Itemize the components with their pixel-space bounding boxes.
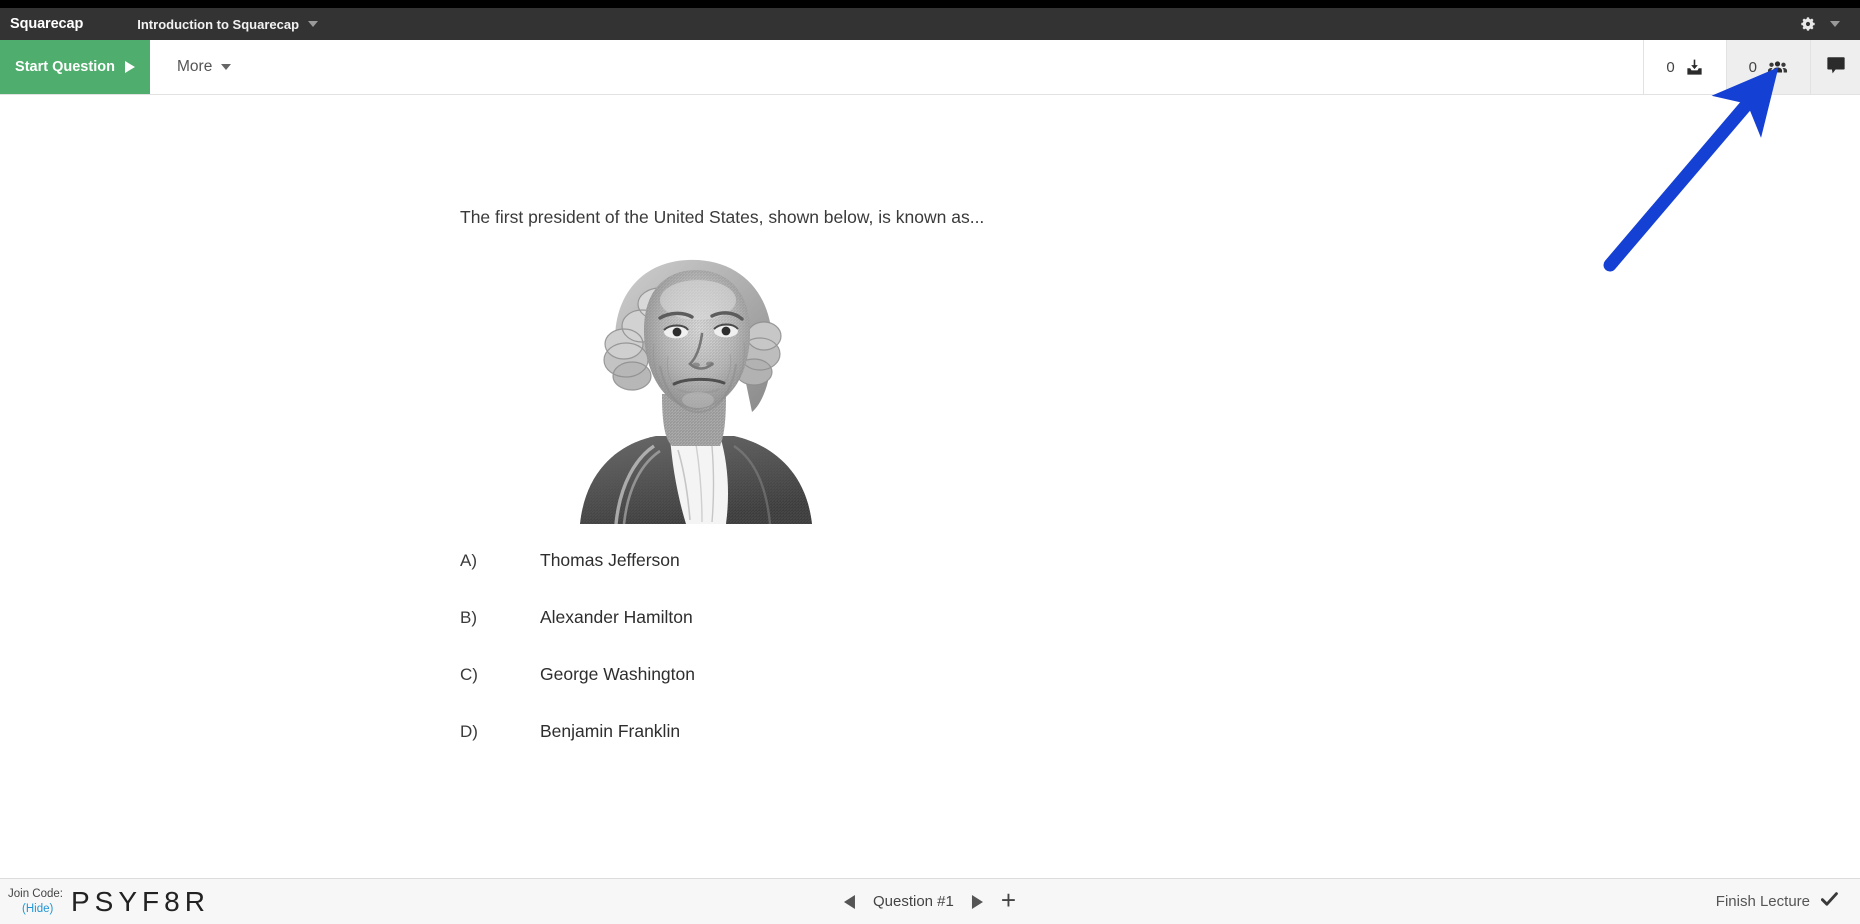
squarecap-app: Squarecap Introduction to Squarecap Star… bbox=[0, 0, 1860, 924]
checkmark-icon bbox=[1820, 891, 1838, 912]
answer-letter: B) bbox=[460, 607, 477, 627]
join-code-value: PSYF8R bbox=[70, 885, 210, 917]
lecture-footer: Join Code: (Hide) PSYF8R Question #1 + F… bbox=[0, 878, 1860, 924]
chat-bubble-icon bbox=[1825, 55, 1847, 80]
answer-letter: C) bbox=[460, 664, 478, 684]
answer-text: Thomas Jefferson bbox=[540, 549, 680, 570]
finish-lecture-label: Finish Lecture bbox=[1715, 893, 1810, 910]
question-prompt: The first president of the United States… bbox=[460, 207, 985, 227]
question-navigation: Question #1 + bbox=[843, 887, 1016, 916]
participants-counter[interactable]: 0 bbox=[1725, 40, 1810, 94]
course-title: Introduction to Squarecap bbox=[137, 16, 300, 32]
answer-letter: D) bbox=[460, 721, 478, 741]
answer-option[interactable]: B) Alexander Hamilton bbox=[460, 607, 1860, 664]
triangle-left-icon[interactable] bbox=[843, 894, 855, 909]
participants-count: 0 bbox=[1748, 58, 1757, 76]
answer-option[interactable]: A) Thomas Jefferson bbox=[460, 550, 1860, 607]
chevron-down-icon bbox=[221, 64, 232, 70]
answer-option[interactable]: C) George Washington bbox=[460, 664, 1860, 721]
start-question-label: Start Question bbox=[15, 59, 115, 75]
downloads-count: 0 bbox=[1666, 58, 1675, 76]
answer-text: George Washington bbox=[540, 663, 695, 684]
downloads-counter[interactable]: 0 bbox=[1643, 40, 1725, 94]
answer-option[interactable]: D) Benjamin Franklin bbox=[460, 721, 1860, 778]
download-inbox-icon bbox=[1685, 58, 1704, 77]
more-menu-button[interactable]: More bbox=[150, 40, 253, 94]
start-question-button[interactable]: Start Question bbox=[0, 40, 150, 94]
slide-content: The first president of the United States… bbox=[0, 95, 1860, 878]
app-brand: Squarecap bbox=[10, 16, 84, 32]
play-icon bbox=[124, 61, 135, 73]
chat-button[interactable] bbox=[1810, 40, 1860, 94]
question-figure bbox=[520, 243, 860, 524]
join-code-hide-link[interactable]: (Hide) bbox=[8, 902, 63, 916]
current-question-label: Question #1 bbox=[872, 893, 954, 910]
header-actions bbox=[1800, 16, 1846, 32]
chevron-down-icon bbox=[308, 21, 319, 27]
more-label: More bbox=[177, 58, 213, 75]
join-code-label: Join Code: bbox=[8, 888, 63, 901]
join-code-block: Join Code: (Hide) PSYF8R bbox=[0, 886, 210, 918]
plus-icon[interactable]: + bbox=[1001, 887, 1016, 916]
course-selector[interactable]: Introduction to Squarecap bbox=[137, 16, 319, 32]
gear-icon[interactable] bbox=[1800, 16, 1816, 32]
window-top-strip bbox=[0, 0, 1860, 8]
question-slide: The first president of the United States… bbox=[0, 95, 1860, 778]
finish-lecture-button[interactable]: Finish Lecture bbox=[1715, 891, 1838, 912]
join-code-labels: Join Code: (Hide) bbox=[8, 887, 63, 916]
answer-text: Benjamin Franklin bbox=[540, 720, 681, 741]
people-group-icon bbox=[1767, 58, 1788, 77]
header-chevron-down-icon[interactable] bbox=[1830, 21, 1840, 27]
lecture-toolbar: Start Question More 0 0 bbox=[0, 40, 1860, 95]
answer-options: A) Thomas Jefferson B) Alexander Hamilto… bbox=[460, 550, 1860, 778]
answer-letter: A) bbox=[460, 550, 477, 570]
app-header: Squarecap Introduction to Squarecap bbox=[0, 8, 1860, 40]
answer-text: Alexander Hamilton bbox=[540, 606, 693, 627]
triangle-right-icon[interactable] bbox=[971, 894, 983, 909]
